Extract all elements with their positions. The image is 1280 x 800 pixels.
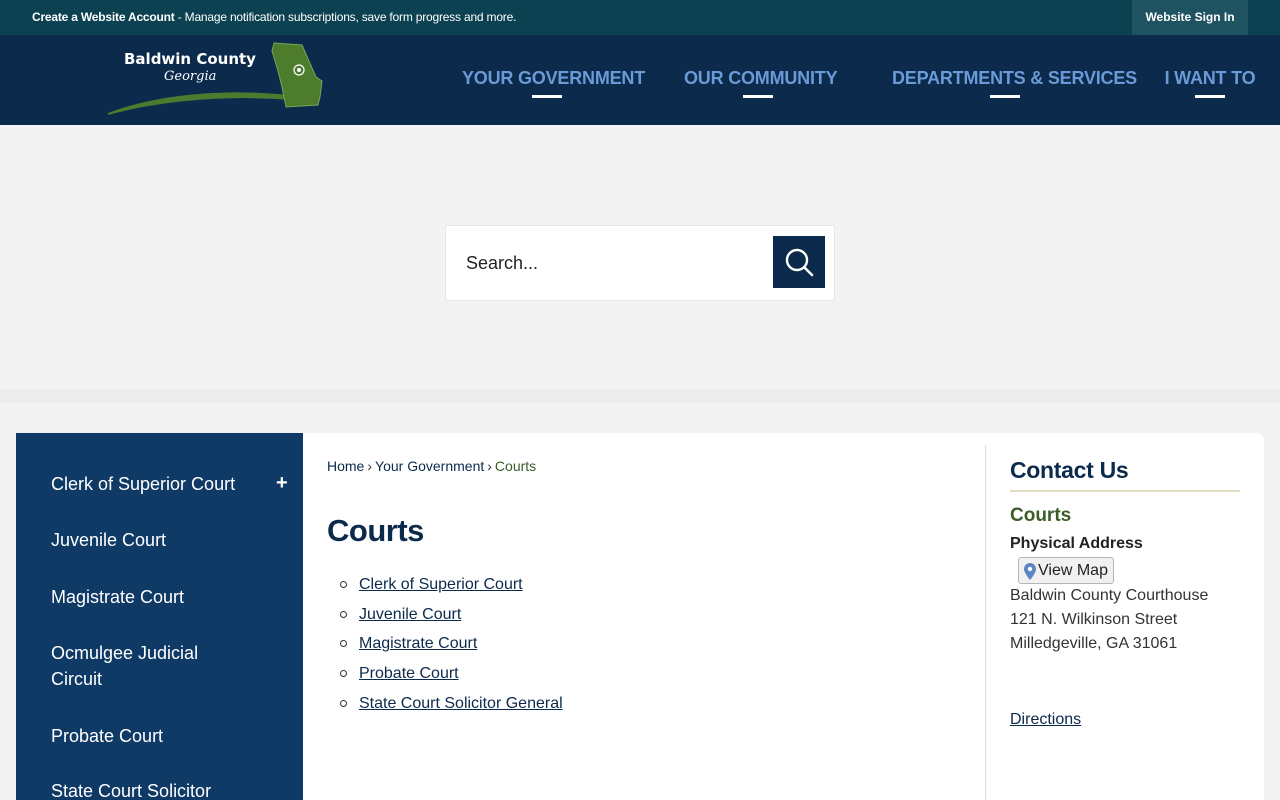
logo-subtitle: Georgia [164,69,217,84]
search-button[interactable] [773,236,825,288]
bullet-icon [340,699,347,707]
sidebar-nav: Clerk of Superior Court + Juvenile Court… [16,433,303,800]
address-line-3: Milledgeville, GA 31061 [1010,635,1178,652]
sidebar-item-clerk-of-superior-court[interactable]: Clerk of Superior Court + [16,471,303,501]
account-promo-text: - Manage notification subscriptions, sav… [174,10,517,24]
sidebar-item-label: Juvenile Court [51,530,167,550]
column-divider [985,445,986,800]
breadcrumb-current: Courts [494,458,537,474]
nav-underline [743,95,773,98]
breadcrumb-home[interactable]: Home [327,458,364,474]
nav-i-want-to[interactable]: I WANT TO [1162,35,1258,125]
map-pin-icon [1024,563,1036,580]
court-links-list: Clerk of Superior Court Juvenile Court M… [340,574,563,722]
sidebar-item-state-court-solicitor[interactable]: State Court Solicitor [16,778,303,800]
nav-your-government[interactable]: YOUR GOVERNMENT [462,35,646,125]
nav-underline [532,95,562,98]
breadcrumb-separator: › [367,458,373,474]
breadcrumb-your-government[interactable]: Your Government [375,458,484,474]
link-clerk-of-superior-court[interactable]: Clerk of Superior Court [359,576,523,593]
contact-department: Courts [1010,505,1072,526]
view-map-button[interactable]: View Map [1018,557,1114,584]
directions-link[interactable]: Directions [1010,711,1081,729]
sidebar-item-probate-court[interactable]: Probate Court [16,723,303,753]
logo-title: Baldwin County [124,50,256,68]
sidebar-item-label: State Court Solicitor [51,781,212,800]
list-item: Clerk of Superior Court [340,574,563,604]
search-icon [785,248,814,277]
breadcrumb-separator: › [487,458,492,474]
sidebar-item-label: Clerk of Superior Court [51,474,236,494]
link-probate-court[interactable]: Probate Court [359,665,459,682]
nav-label: DEPARTMENTS & SERVICES [892,68,1137,88]
list-item: Magistrate Court [340,633,563,663]
contact-title: Contact Us [1010,457,1129,483]
expand-icon[interactable]: + [276,473,288,493]
sidebar-item-label: Magistrate Court [51,587,185,607]
search-box [445,225,835,301]
utility-bar: Create a Website Account - Manage notifi… [0,0,1280,35]
page-title: Courts [327,513,424,548]
sidebar-item-label: Probate Court [51,726,164,746]
hero-divider [0,390,1280,402]
nav-underline [990,95,1020,98]
county-logo[interactable]: Baldwin County Georgia [106,41,330,117]
bullet-icon [340,581,347,588]
link-magistrate-court[interactable]: Magistrate Court [359,635,477,652]
view-map-label: View Map [1038,562,1108,579]
list-item: Probate Court [340,663,563,693]
sidebar-item-juvenile-court[interactable]: Juvenile Court [16,527,303,557]
nav-label: OUR COMMUNITY [684,68,838,88]
account-promo: Create a Website Account - Manage notifi… [32,0,516,35]
link-juvenile-court[interactable]: Juvenile Court [359,606,461,623]
address-label: Physical Address [1010,535,1143,552]
link-state-court-solicitor-general[interactable]: State Court Solicitor General [359,695,563,712]
address-line-2: 121 N. Wilkinson Street [1010,611,1178,628]
nav-departments-services[interactable]: DEPARTMENTS & SERVICES [892,35,1137,125]
breadcrumb: Home › Your Government › Courts [327,458,536,474]
nav-label: YOUR GOVERNMENT [462,68,646,88]
site-header: Baldwin County Georgia YOUR GOVERNMENT O… [0,35,1280,125]
nav-underline [1195,95,1225,98]
nav-label: I WANT TO [1164,68,1256,88]
sidebar-item-label: Ocmulgee Judicial [51,643,199,663]
list-item: State Court Solicitor General [340,693,563,723]
sidebar-item-label-line2: Circuit [51,669,103,689]
sign-in-button[interactable]: Website Sign In [1132,0,1248,35]
search-input[interactable] [446,226,766,300]
nav-our-community[interactable]: OUR COMMUNITY [684,35,838,125]
sidebar-item-ocmulgee-judicial-circuit[interactable]: Ocmulgee Judicial Circuit [16,640,303,696]
list-item: Juvenile Court [340,604,563,634]
address-line-1: Baldwin County Courthouse [1010,587,1209,604]
contact-divider [1010,490,1240,492]
bullet-icon [340,640,347,648]
sidebar-item-magistrate-court[interactable]: Magistrate Court [16,584,303,614]
bullet-icon [340,670,347,678]
create-account-link[interactable]: Create a Website Account [32,10,175,24]
bullet-icon [340,610,347,618]
